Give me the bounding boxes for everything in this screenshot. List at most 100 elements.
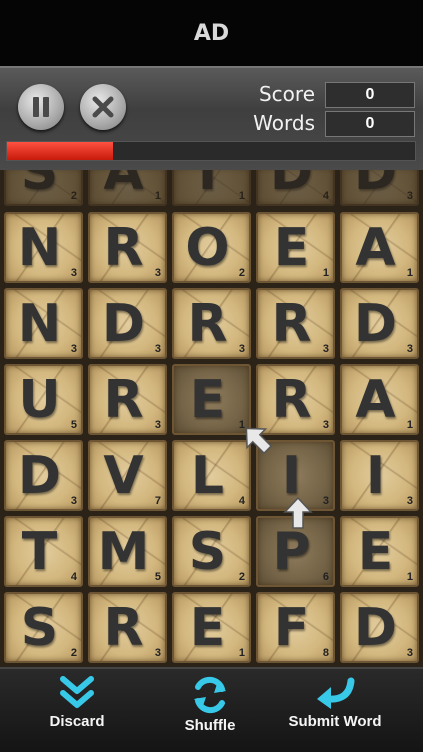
letter-tile[interactable]: V7 [88,440,167,511]
tile-letter: S [20,598,59,658]
score-value: 0 [325,82,415,108]
tile-incoming: D4 [256,170,335,206]
pause-icon [33,97,49,117]
path-arrow-up-icon [283,496,313,529]
tile-incoming: S2 [4,170,83,206]
letter-tile[interactable]: R3 [256,288,335,359]
game-hud: Score Words 0 0 [0,66,423,174]
letter-tile[interactable]: M5 [88,516,167,587]
letter-tile[interactable]: R3 [88,212,167,283]
tile-points: 3 [154,343,161,355]
ad-banner[interactable]: AD [0,0,423,66]
letter-tile[interactable]: N3 [4,288,83,359]
tile-letter: R [271,370,312,430]
letter-tile[interactable]: D3 [340,288,419,359]
letter-tile[interactable]: N3 [4,212,83,283]
letter-tile[interactable]: D3 [4,440,83,511]
tile-letter: V [103,446,144,506]
tile-points: 1 [238,647,245,659]
tile-letter: E [189,598,226,658]
letter-tile[interactable]: A1 [340,212,419,283]
letter-tile[interactable]: E1 [256,212,335,283]
letter-tile[interactable]: E1 [340,516,419,587]
tile-letter: A [103,170,144,202]
submit-word-button[interactable]: Submit Word [280,675,390,730]
tile-points: 1 [406,419,413,431]
tile-points: 3 [154,419,161,431]
letter-tile[interactable]: R3 [256,364,335,435]
tile-letter: E [357,522,394,582]
tile-points: 4 [238,495,245,507]
tile-points: 3 [406,343,413,355]
letter-tile[interactable]: T4 [4,516,83,587]
letter-tile[interactable]: U5 [4,364,83,435]
tile-letter: L [190,446,225,506]
tile-points: 3 [406,190,413,202]
letter-tile[interactable]: E1 [172,592,251,663]
tile-points: 3 [154,647,161,659]
tile-points: 3 [322,343,329,355]
letter-tile[interactable]: O2 [172,212,251,283]
tile-points: 3 [70,267,77,279]
tile-points: 1 [322,267,329,279]
score-label: Score [258,82,315,106]
double-chevron-down-icon [60,676,94,708]
tile-points: 8 [322,647,329,659]
tile-letter: U [18,370,61,430]
tile-letter: A [355,218,396,278]
tile-letter: R [187,294,228,354]
tile-points: 3 [322,419,329,431]
letter-tile[interactable]: R3 [88,592,167,663]
discard-button[interactable]: Discard [42,675,112,730]
tile-points: 1 [406,267,413,279]
tile-letter: A [355,370,396,430]
tile-points: 3 [238,343,245,355]
tile-points: 4 [322,190,329,202]
letter-tile[interactable]: I3 [340,440,419,511]
shuffle-button[interactable]: Shuffle [170,675,250,734]
submit-arrow-icon [317,677,355,709]
pause-button[interactable] [18,84,64,130]
letter-tile[interactable]: R3 [172,288,251,359]
shuffle-label: Shuffle [184,717,236,734]
tile-letter: R [271,294,312,354]
tile-letter: M [97,522,150,582]
tile-points: 2 [238,267,245,279]
action-bar: Discard Shuffle Submit Word [0,667,423,752]
tile-letter: S [20,170,59,202]
shuffle-icon [194,676,226,714]
tile-points: 5 [70,419,77,431]
tile-points: 1 [238,190,245,202]
tile-points: 2 [70,190,77,202]
letter-tile[interactable]: A1 [340,364,419,435]
letter-tile[interactable]: D3 [340,592,419,663]
tile-letter: T [189,170,226,202]
tile-points: 5 [154,571,161,583]
letter-tile[interactable]: L4 [172,440,251,511]
tile-letter: D [353,294,398,354]
tile-incoming: T1 [172,170,251,206]
letter-tile[interactable]: E1 [172,364,251,435]
tile-points: 3 [154,267,161,279]
tile-letter: D [353,598,398,658]
time-progress-bar [6,141,416,161]
discard-label: Discard [49,713,105,730]
tile-points: 2 [238,571,245,583]
tile-points: 3 [70,495,77,507]
tile-letter: R [103,370,144,430]
letter-tile[interactable]: S2 [172,516,251,587]
words-label: Words [253,111,315,135]
tile-letter: E [189,370,226,430]
tile-letter: R [103,218,144,278]
close-icon [92,96,114,118]
tile-points: 3 [322,495,329,507]
tile-points: 1 [154,190,161,202]
tile-letter: D [101,294,146,354]
letter-tile[interactable]: R3 [88,364,167,435]
tile-letter: P [272,522,311,582]
quit-button[interactable] [80,84,126,130]
tile-letter: I [365,446,386,506]
letter-tile[interactable]: F8 [256,592,335,663]
letter-tile[interactable]: D3 [88,288,167,359]
letter-tile[interactable]: S2 [4,592,83,663]
